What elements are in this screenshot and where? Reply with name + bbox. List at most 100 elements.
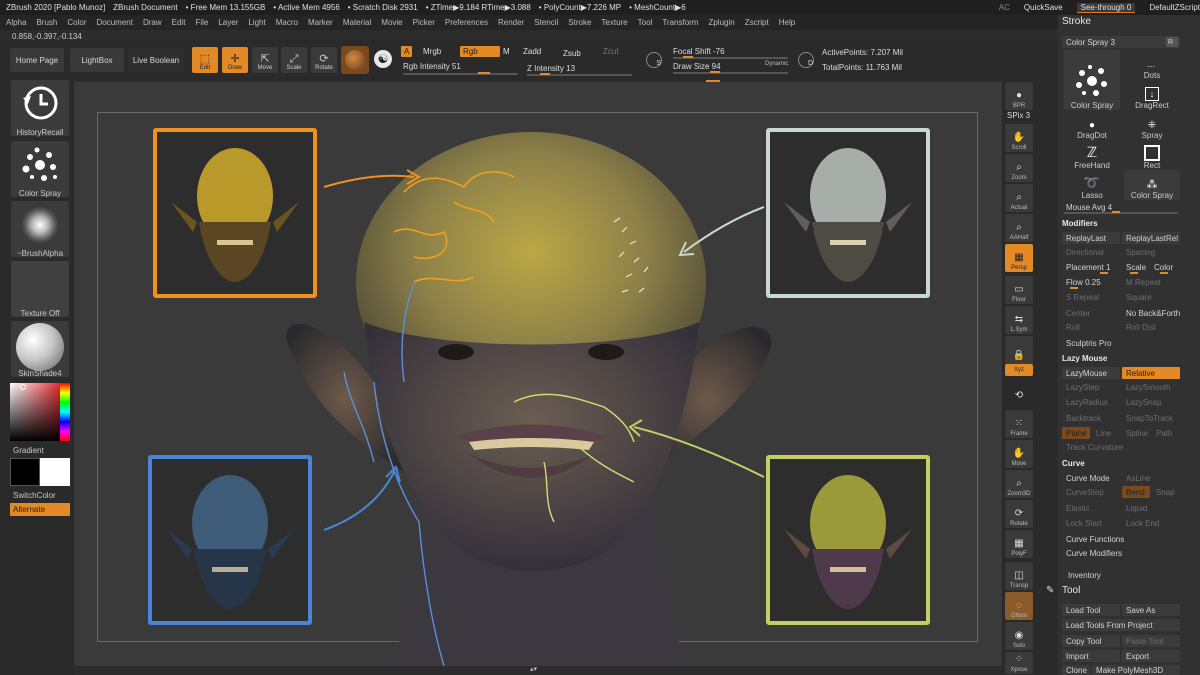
menu-picker[interactable]: Picker xyxy=(413,18,435,27)
stroke-reset-button[interactable]: R xyxy=(1166,37,1178,47)
menu-light[interactable]: Light xyxy=(248,18,265,27)
menu-tool[interactable]: Tool xyxy=(638,18,653,27)
quicksave-button[interactable]: QuickSave xyxy=(1024,3,1063,12)
main-color-swatch[interactable] xyxy=(10,458,40,486)
curve-step-slider[interactable]: CurveStep xyxy=(1062,486,1120,498)
m-toggle[interactable]: M xyxy=(500,46,513,57)
asline-toggle[interactable]: AsLine xyxy=(1122,472,1180,484)
load-tools-from-project-button[interactable]: Load Tools From Project xyxy=(1062,619,1180,631)
see-through-slider[interactable]: See-through 0 xyxy=(1076,2,1136,13)
menu-document[interactable]: Document xyxy=(97,18,133,27)
menu-edit[interactable]: Edit xyxy=(172,18,186,27)
ghost-button[interactable]: ◌ Ghost xyxy=(1005,592,1033,620)
menu-file[interactable]: File xyxy=(195,18,208,27)
liquid-toggle[interactable]: Liquid xyxy=(1122,502,1180,514)
local-button[interactable]: 🔒 xyxy=(1005,336,1033,364)
snap-to-track-toggle[interactable]: SnapToTrack xyxy=(1122,412,1180,424)
home-page-button[interactable]: Home Page xyxy=(10,48,64,72)
lazyradius-slider[interactable]: LazyRadius xyxy=(1062,396,1120,408)
mouse-avg-track[interactable] xyxy=(1064,212,1178,214)
roll-dist-slider[interactable]: Roll Dist xyxy=(1122,321,1180,333)
move-button[interactable]: ⇱ Move xyxy=(252,47,278,73)
zadd-toggle[interactable]: Zadd xyxy=(520,46,544,57)
gradient-label[interactable]: Gradient xyxy=(13,446,71,455)
sculptris-s-icon[interactable]: S xyxy=(646,52,662,68)
lazystep-slider[interactable]: LazyStep xyxy=(1062,381,1120,393)
replay-last-button[interactable]: ReplayLast xyxy=(1062,232,1120,244)
menu-texture[interactable]: Texture xyxy=(601,18,627,27)
lazy-mouse-header[interactable]: Lazy Mouse xyxy=(1062,354,1107,363)
edit-button[interactable]: ⬚ Edit xyxy=(192,47,218,73)
menu-zscript[interactable]: Zscript xyxy=(745,18,769,27)
m-repeat-slider[interactable]: M Repeat xyxy=(1122,276,1180,288)
menu-transform[interactable]: Transform xyxy=(662,18,698,27)
color-handle[interactable] xyxy=(1160,272,1168,274)
switch-color-button[interactable]: SwitchColor xyxy=(13,491,71,500)
replay-last-rel-button[interactable]: ReplayLastRel xyxy=(1122,232,1180,244)
menu-layer[interactable]: Layer xyxy=(218,18,238,27)
a-toggle[interactable]: A xyxy=(401,46,413,57)
modifiers-header[interactable]: Modifiers xyxy=(1062,219,1098,228)
default-zscript[interactable]: DefaultZScript xyxy=(1149,3,1200,12)
import-button[interactable]: Import xyxy=(1062,650,1120,662)
frame-button[interactable]: ⁙ Frame xyxy=(1005,410,1033,438)
tool-pin-icon[interactable]: ✎ xyxy=(1046,585,1054,596)
flow-handle[interactable] xyxy=(1070,287,1078,289)
menu-material[interactable]: Material xyxy=(343,18,371,27)
floor-button[interactable]: ▭ Floor xyxy=(1005,276,1033,304)
draw-button[interactable]: ✛ Draw xyxy=(222,47,248,73)
rgb-toggle[interactable]: Rgb xyxy=(460,46,500,57)
actual-button[interactable]: ⌕ Actual xyxy=(1005,184,1033,212)
line-toggle[interactable]: Line xyxy=(1092,427,1120,439)
bend-toggle[interactable]: Bend xyxy=(1122,486,1150,498)
export-button[interactable]: Export xyxy=(1122,650,1180,662)
backtrack-toggle[interactable]: Backtrack xyxy=(1062,412,1120,424)
load-tool-button[interactable]: Load Tool xyxy=(1062,604,1120,616)
stroke-color-spray-selected[interactable]: Color Spray xyxy=(1064,50,1120,110)
aahalf-button[interactable]: ⌕ AAHalf xyxy=(1005,214,1033,242)
zcut-toggle[interactable]: Zcut xyxy=(600,46,622,57)
lock-end-toggle[interactable]: Lock End xyxy=(1122,517,1180,529)
lazysnap-slider[interactable]: LazySnap xyxy=(1122,396,1180,408)
curve-functions-header[interactable]: Curve Functions xyxy=(1062,533,1180,545)
stroke-spray[interactable]: ⁜ Spray xyxy=(1124,112,1180,140)
stroke-color-spray[interactable]: ⁂ Color Spray xyxy=(1124,170,1180,200)
scale-handle[interactable] xyxy=(1130,272,1138,274)
stroke-dragrect[interactable]: ↓ DragRect xyxy=(1124,82,1180,110)
rgb-intensity-handle[interactable] xyxy=(478,72,490,74)
copy-tool-button[interactable]: Copy Tool xyxy=(1062,635,1120,647)
roll-toggle[interactable]: Roll xyxy=(1062,321,1120,333)
plane-toggle[interactable]: Plane xyxy=(1062,427,1090,439)
rgb-intensity-slider[interactable] xyxy=(403,73,518,75)
lsym-button[interactable]: ⇆ L.Sym xyxy=(1005,306,1033,334)
stroke-title[interactable]: Stroke xyxy=(1062,16,1091,27)
path-toggle[interactable]: Path xyxy=(1152,427,1180,439)
lazysmooth-slider[interactable]: LazySmooth xyxy=(1122,381,1180,393)
alternate-toggle[interactable]: Alternate xyxy=(10,503,70,516)
draw-size-slider[interactable] xyxy=(673,72,788,74)
menu-brush[interactable]: Brush xyxy=(36,18,57,27)
curve-mode-toggle[interactable]: Curve Mode xyxy=(1062,472,1120,484)
stroke-rect[interactable]: Rect xyxy=(1124,140,1180,170)
lazymouse-toggle[interactable]: LazyMouse xyxy=(1062,367,1120,379)
menu-zplugin[interactable]: Zplugin xyxy=(708,18,734,27)
sculptris-pro-toggle[interactable]: Sculptris Pro xyxy=(1062,337,1180,349)
dynamic-toggle[interactable]: Dynamic xyxy=(765,61,788,67)
bottom-tray-toggle-icon[interactable]: ▴▾ xyxy=(530,666,546,673)
stroke-freehand[interactable]: ℤ FreeHand xyxy=(1064,140,1120,170)
xyz-button[interactable]: Xyz xyxy=(1005,364,1033,376)
mouse-avg-handle[interactable] xyxy=(1112,211,1120,213)
center-toggle[interactable]: Center xyxy=(1062,307,1120,319)
lock-start-toggle[interactable]: Lock Start xyxy=(1062,517,1120,529)
mrgb-toggle[interactable]: Mrgb xyxy=(420,46,444,57)
menu-alpha[interactable]: Alpha xyxy=(6,18,26,27)
make-polymesh3d-button[interactable]: Make PolyMesh3D xyxy=(1092,665,1180,675)
focal-shift-handle[interactable] xyxy=(683,56,693,58)
curve-header[interactable]: Curve xyxy=(1062,459,1085,468)
rotate-button[interactable]: ⟳ Rotate xyxy=(311,47,337,73)
xpose-button[interactable]: ⁘ Xpose xyxy=(1005,652,1033,674)
draw-size-handle[interactable] xyxy=(710,71,720,73)
placement-handle[interactable] xyxy=(1100,272,1108,274)
dynamic-d-icon[interactable]: D xyxy=(798,52,814,68)
menu-preferences[interactable]: Preferences xyxy=(445,18,488,27)
